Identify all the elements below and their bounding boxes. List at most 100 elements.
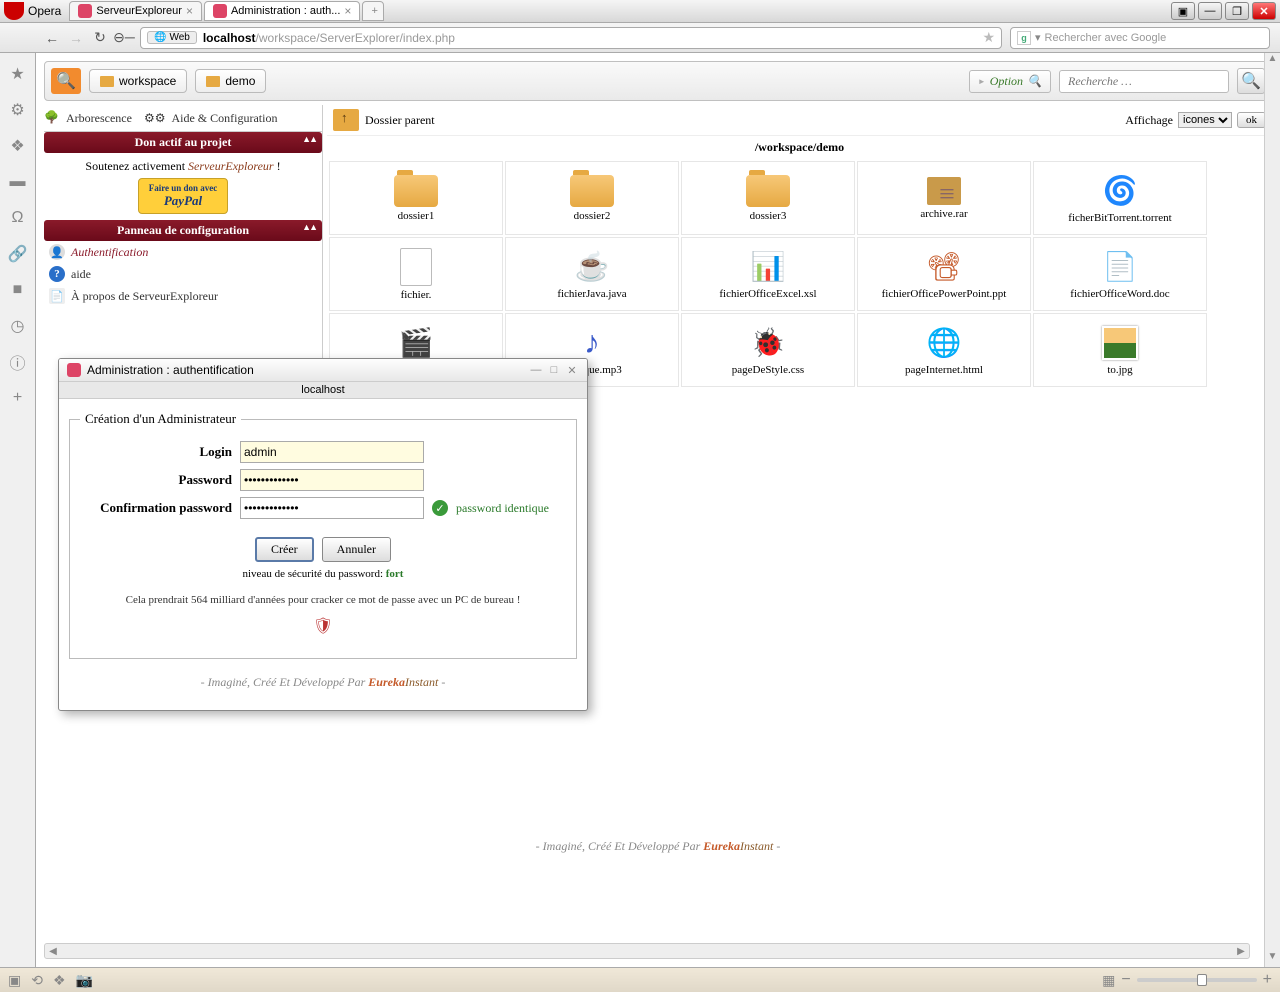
donation-header[interactable]: Don actif au projet▲▲ bbox=[44, 132, 322, 153]
file-item-ppt[interactable]: 📽fichierOfficePowerPoint.ppt bbox=[857, 237, 1031, 311]
back-button[interactable]: ← bbox=[44, 30, 60, 46]
close-icon[interactable]: × bbox=[344, 4, 351, 18]
scroll-left-icon[interactable]: ◀ bbox=[45, 946, 61, 957]
maximize-button[interactable]: ❐ bbox=[1225, 2, 1249, 20]
file-item-css[interactable]: 🐞pageDeStyle.css bbox=[681, 313, 855, 387]
scroll-up-icon[interactable]: ▲ bbox=[1265, 53, 1280, 69]
clock-icon[interactable]: ◷ bbox=[9, 317, 27, 335]
link-icon[interactable]: 🔗 bbox=[9, 245, 27, 263]
file-item-excel[interactable]: 📊fichierOfficeExcel.xsl bbox=[681, 237, 855, 311]
file-item-word[interactable]: 📄fichierOfficeWord.doc bbox=[1033, 237, 1207, 311]
cancel-button[interactable]: Annuler bbox=[322, 537, 391, 562]
breadcrumb-workspace[interactable]: workspace bbox=[89, 69, 187, 93]
panel-icon[interactable]: ▣ bbox=[8, 972, 21, 989]
fieldset-legend: Création d'un Administrateur bbox=[80, 411, 241, 427]
modal-subtitle: localhost bbox=[59, 382, 587, 399]
modal-titlebar[interactable]: Administration : authentification — □ ✕ bbox=[59, 359, 587, 382]
file-item-doc[interactable]: fichier. bbox=[329, 237, 503, 311]
tab-arborescence[interactable]: Arborescence bbox=[66, 111, 132, 126]
file-item-java[interactable]: ☕fichierJava.java bbox=[505, 237, 679, 311]
reload-button[interactable]: ↻ bbox=[92, 30, 108, 46]
modal-close-button[interactable]: ✕ bbox=[565, 363, 579, 377]
close-window-button[interactable]: ✕ bbox=[1252, 2, 1276, 20]
current-path: /workspace/demo bbox=[327, 136, 1272, 159]
create-admin-fieldset: Création d'un Administrateur Login Passw… bbox=[69, 411, 577, 659]
share-icon[interactable]: ❖ bbox=[9, 137, 27, 155]
magnet-icon[interactable]: Ω bbox=[9, 209, 27, 227]
tab-administration[interactable]: Administration : auth... × bbox=[204, 1, 360, 21]
address-input[interactable]: 🌐Web localhost/workspace/ServerExplorer/… bbox=[140, 27, 1002, 49]
note-icon[interactable]: ▬ bbox=[9, 173, 27, 191]
confirm-password-input[interactable] bbox=[240, 497, 424, 519]
file-grid: dossier1dossier2dossier3archive.rar🌀fich… bbox=[327, 159, 1272, 389]
modal-minimize-button[interactable]: — bbox=[529, 363, 543, 377]
file-item-rar[interactable]: archive.rar bbox=[857, 161, 1031, 235]
ok-button[interactable]: ok bbox=[1237, 112, 1266, 128]
config-panel-header[interactable]: Panneau de configuration▲▲ bbox=[44, 220, 322, 241]
key-icon[interactable]: ⊖─ bbox=[116, 30, 132, 46]
document-icon: 📄 bbox=[49, 288, 65, 304]
panel-toggle-button[interactable]: ▣ bbox=[1171, 2, 1195, 20]
password-input[interactable] bbox=[240, 469, 424, 491]
file-item-html[interactable]: 🌐pageInternet.html bbox=[857, 313, 1031, 387]
display-mode-select[interactable]: icones bbox=[1178, 112, 1232, 128]
modal-maximize-button[interactable]: □ bbox=[547, 363, 561, 377]
app-search-input[interactable] bbox=[1059, 70, 1229, 93]
parent-folder-label[interactable]: Dossier parent bbox=[365, 113, 435, 128]
parent-folder-icon[interactable] bbox=[333, 109, 359, 131]
horizontal-scrollbar[interactable]: ◀ ▶ bbox=[44, 943, 1250, 959]
password-match-text: password identique bbox=[456, 501, 549, 516]
file-item-photo[interactable]: to.jpg bbox=[1033, 313, 1207, 387]
gear-icon[interactable]: ⚙ bbox=[9, 101, 27, 119]
file-item-folder[interactable]: dossier2 bbox=[505, 161, 679, 235]
file-name: ficherBitTorrent.torrent bbox=[1068, 212, 1171, 224]
search-placeholder: Rechercher avec Google bbox=[1045, 32, 1167, 44]
view-mode-icon[interactable]: ▦ bbox=[1102, 972, 1115, 989]
file-item-folder[interactable]: dossier3 bbox=[681, 161, 855, 235]
app-logo-icon[interactable]: 🔍 bbox=[51, 68, 81, 94]
gears-icon: ⚙⚙ bbox=[144, 111, 166, 126]
paypal-donate-button[interactable]: Faire un don avec PayPal bbox=[138, 178, 228, 214]
scroll-right-icon[interactable]: ▶ bbox=[1233, 946, 1249, 957]
info-icon[interactable]: ⓘ bbox=[9, 353, 27, 371]
breadcrumb-demo[interactable]: demo bbox=[195, 69, 266, 93]
zoom-slider[interactable] bbox=[1137, 978, 1257, 982]
option-button[interactable]: Option 🔍 bbox=[969, 70, 1051, 93]
tab-aide-config[interactable]: Aide & Configuration bbox=[171, 111, 277, 126]
left-tabs: 🌳 Arborescence ⚙⚙ Aide & Configuration bbox=[44, 105, 322, 132]
modal-title-text: Administration : authentification bbox=[87, 363, 254, 377]
login-input[interactable] bbox=[240, 441, 424, 463]
minimize-button[interactable]: — bbox=[1198, 2, 1222, 20]
tab-bar: ServeurExploreur × Administration : auth… bbox=[69, 1, 1171, 21]
config-aide[interactable]: ? aide bbox=[44, 263, 322, 285]
close-icon[interactable]: × bbox=[186, 4, 193, 18]
add-panel-icon[interactable]: + bbox=[9, 389, 27, 407]
favicon-icon bbox=[78, 4, 92, 18]
forward-button[interactable]: → bbox=[68, 30, 84, 46]
app-search-button[interactable]: 🔍 bbox=[1237, 68, 1265, 94]
book-icon[interactable]: ■ bbox=[9, 281, 27, 299]
file-item-torrent[interactable]: 🌀ficherBitTorrent.torrent bbox=[1033, 161, 1207, 235]
turbo-icon[interactable]: ❖ bbox=[53, 972, 66, 989]
create-button[interactable]: Créer bbox=[255, 537, 314, 562]
scroll-down-icon[interactable]: ▼ bbox=[1265, 951, 1280, 967]
tab-label: ServeurExploreur bbox=[96, 5, 182, 17]
file-item-folder[interactable]: dossier1 bbox=[329, 161, 503, 235]
zoom-control: ▦ − + bbox=[1102, 971, 1272, 989]
favicon-icon bbox=[213, 4, 227, 18]
page-footer-credit: - Imaginé, Créé Et Développé Par EurekaI… bbox=[44, 839, 1272, 854]
bookmark-star-icon[interactable]: ★ bbox=[982, 29, 995, 46]
config-authentification[interactable]: 👤 Authentification bbox=[44, 241, 322, 263]
zoom-in-icon[interactable]: + bbox=[1263, 971, 1272, 989]
star-icon[interactable]: ★ bbox=[9, 65, 27, 83]
config-about[interactable]: 📄 À propos de ServeurExploreur bbox=[44, 285, 322, 307]
new-tab-button[interactable]: + bbox=[362, 1, 384, 21]
globe-icon: 🌐 bbox=[154, 32, 166, 43]
vertical-scrollbar[interactable]: ▲ ▼ bbox=[1264, 53, 1280, 967]
zoom-out-icon[interactable]: − bbox=[1121, 971, 1130, 989]
tab-serveurexploreur[interactable]: ServeurExploreur × bbox=[69, 1, 202, 21]
sync-icon[interactable]: ⟲ bbox=[31, 972, 43, 989]
camera-icon[interactable]: 📷 bbox=[76, 972, 93, 989]
folder-icon bbox=[206, 76, 220, 87]
browser-search-input[interactable]: g ▾ Rechercher avec Google bbox=[1010, 27, 1270, 49]
